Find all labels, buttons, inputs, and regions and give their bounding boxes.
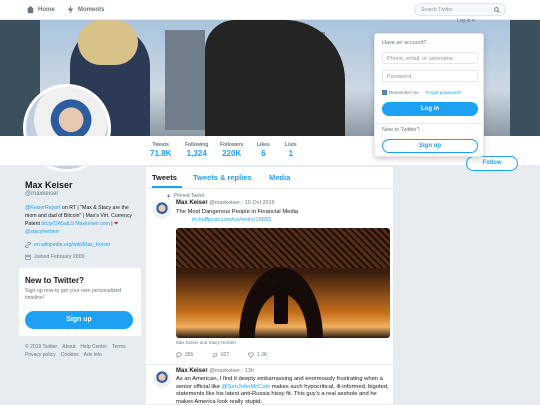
profile-website[interactable]: en.wikipedia.org/wiki/Max_Keiser: [25, 242, 110, 248]
tweet-text: The Most Dangerous People in Financial M…: [176, 209, 299, 223]
heart-icon: ❤: [114, 221, 119, 227]
footer-links: © 2019 Twitter About Help Center Terms Priv…: [25, 343, 140, 359]
profile-name[interactable]: Max Keiser: [25, 180, 73, 190]
tab-tweets[interactable]: Tweets: [152, 173, 177, 182]
stat-tweets[interactable]: Tweets 71.8K: [150, 142, 171, 158]
pinned-tweet-label: Pinned Tweet: [166, 193, 204, 199]
profile-handle[interactable]: @maxkeiser: [25, 191, 58, 197]
like-action[interactable]: 1.3K: [248, 352, 284, 358]
tweet-time[interactable]: · 13h: [241, 368, 254, 374]
bio-link-keiserreport[interactable]: @KeiserReport: [25, 205, 61, 211]
tweet-author-handle[interactable]: @maxkeiser: [209, 200, 240, 206]
tweet-author-name[interactable]: Max Keiser: [176, 200, 208, 206]
heart-outline-icon: [248, 352, 254, 358]
have-account-label: Have an account?: [382, 40, 427, 46]
new-to-twitter-box: New to Twitter? Sign up now to get your …: [19, 268, 141, 336]
nav-home-label: Home: [38, 6, 55, 13]
tweet-text: As an American, I find it deeply embarra…: [176, 376, 389, 405]
tweet-image[interactable]: [176, 228, 390, 338]
footer-ads[interactable]: Ads info: [84, 352, 102, 358]
username-field[interactable]: Phone, email, or username: [382, 52, 478, 64]
nav-moments[interactable]: Moments: [66, 5, 104, 14]
search-input[interactable]: Search Twitter: [414, 3, 506, 16]
remember-me: Remember me · Forgot password?: [382, 90, 462, 95]
reply-action[interactable]: 355: [176, 352, 212, 358]
footer-privacy[interactable]: Privacy policy: [25, 352, 56, 358]
remember-me-label: Remember me: [389, 90, 419, 95]
footer-about[interactable]: About: [62, 344, 75, 350]
new-to-twitter-title: New to Twitter?: [25, 276, 84, 285]
tab-media[interactable]: Media: [269, 173, 290, 182]
follow-button[interactable]: Follow: [466, 156, 518, 171]
profile-joined: Joined February 2009: [25, 254, 84, 260]
signup-button[interactable]: Sign up: [25, 311, 133, 329]
dropdown-signup-button[interactable]: Sign up: [382, 139, 478, 153]
search-icon: [494, 7, 500, 13]
lightning-icon: [67, 5, 74, 14]
nav-moments-label: Moments: [78, 6, 105, 13]
stat-likes[interactable]: Likes 6: [257, 142, 270, 158]
calendar-icon: [25, 254, 31, 260]
login-button[interactable]: Log in: [382, 102, 478, 116]
remember-me-checkbox[interactable]: [382, 90, 387, 95]
footer-copyright: © 2019 Twitter: [25, 344, 58, 350]
stat-followers[interactable]: Followers 220K: [220, 142, 243, 158]
bio-link-maxkeiser[interactable]: Maxkeiser.com: [75, 221, 110, 227]
forgot-password-link[interactable]: · Forgot password?: [423, 90, 462, 95]
website-link[interactable]: en.wikipedia.org/wiki/Max_Keiser: [34, 242, 110, 248]
tweet-author-handle[interactable]: @maxkeiser: [209, 368, 240, 374]
retweet-icon: [212, 353, 218, 357]
nav-home[interactable]: Home: [26, 5, 55, 14]
stat-following[interactable]: Following 1,324: [185, 142, 208, 158]
tweet-avatar[interactable]: [153, 370, 171, 388]
bio-link-stacyherbert[interactable]: @stacyherbert: [25, 229, 59, 235]
login-dropdown-toggle[interactable]: Log in ▾: [457, 18, 475, 24]
bio-link-patent[interactable]: bit.ly/OA5aiL9: [41, 221, 73, 227]
login-dropdown: Have an account? Phone, email, or userna…: [374, 33, 484, 157]
tweet-mention[interactable]: @SenJohnMcCain: [222, 384, 270, 390]
new-to-twitter-label: New to Twitter?: [382, 127, 420, 133]
timeline-tabs: Tweets Tweets & replies Media: [146, 167, 393, 189]
link-icon: [25, 242, 31, 248]
tweet-avatar[interactable]: [153, 201, 171, 219]
joined-text: Joined February 2009: [34, 254, 85, 260]
retweet-action[interactable]: 627: [212, 352, 248, 358]
tweet-header: Max Keiser @maxkeiser · 13h: [176, 368, 254, 374]
top-navigation: Home Moments Search Twitter: [0, 0, 540, 20]
footer-help[interactable]: Help Center: [80, 344, 107, 350]
home-icon: [26, 5, 35, 14]
pin-icon: [167, 194, 170, 199]
stat-lists[interactable]: Lists 1: [285, 142, 297, 158]
tweet-time[interactable]: · 16 Oct 2016: [241, 200, 274, 206]
reply-icon: [176, 352, 182, 358]
tweet-link[interactable]: m.huffpost.com/us/entry/16655: [192, 217, 271, 223]
search-placeholder: Search Twitter: [421, 7, 453, 13]
tweet-actions: 355 627 1.3K: [176, 352, 284, 358]
footer-cookies[interactable]: Cookies: [61, 352, 79, 358]
new-to-twitter-text: Sign up now to get your own personalized…: [25, 288, 122, 301]
password-field[interactable]: Password: [382, 70, 478, 82]
tab-tweets-replies[interactable]: Tweets & replies: [193, 173, 252, 182]
footer-terms[interactable]: Terms: [112, 344, 126, 350]
timeline: Tweets Tweets & replies Media Pinned Twe…: [145, 166, 394, 405]
tweet-image-caption: Max Keiser and Stacy Herbert: [176, 340, 237, 345]
tweet-header: Max Keiser @maxkeiser · 16 Oct 2016: [176, 200, 275, 206]
profile-bio: @KeiserReport on RT | "Max & Stacy are t…: [25, 204, 137, 236]
active-tab-indicator: [152, 186, 182, 188]
tweet-author-name[interactable]: Max Keiser: [176, 368, 208, 374]
